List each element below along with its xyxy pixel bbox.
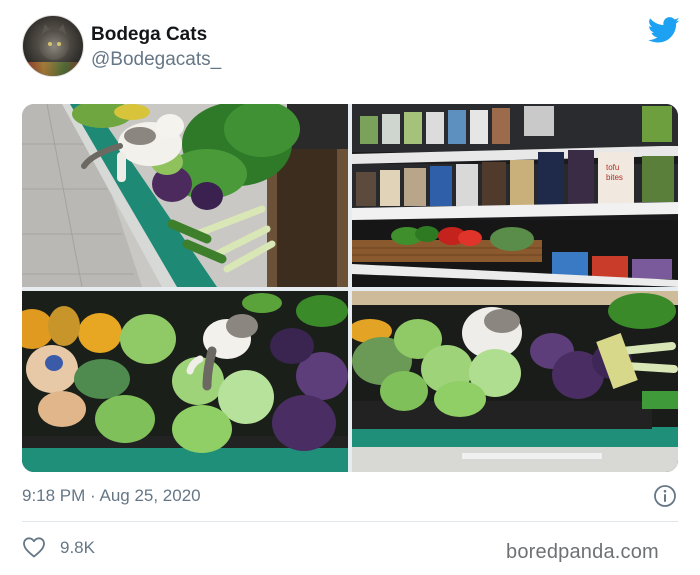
svg-text:bites: bites xyxy=(606,173,623,182)
heart-outline-icon[interactable] xyxy=(22,536,46,558)
photo-grid: tofu bites xyxy=(22,104,678,472)
watermark: boredpanda.com xyxy=(506,541,659,563)
svg-text:tofu: tofu xyxy=(606,163,619,172)
divider xyxy=(22,521,678,522)
avatar[interactable] xyxy=(22,15,84,77)
photo-4[interactable] xyxy=(352,291,678,472)
photo-1[interactable] xyxy=(22,104,348,287)
info-circle-icon[interactable] xyxy=(653,484,677,508)
twitter-bird-icon[interactable] xyxy=(648,17,680,44)
author-name[interactable]: Bodega Cats xyxy=(91,24,207,46)
like-count[interactable]: 9.8K xyxy=(60,538,95,558)
tweet-timestamp[interactable]: 9:18 PM · Aug 25, 2020 xyxy=(22,486,201,506)
photo-2[interactable]: tofu bites xyxy=(352,104,678,287)
photo-3[interactable] xyxy=(22,291,348,472)
author-handle[interactable]: @Bodegacats_ xyxy=(91,49,221,71)
tweet-header: Bodega Cats @Bodegacats_ xyxy=(22,15,682,79)
